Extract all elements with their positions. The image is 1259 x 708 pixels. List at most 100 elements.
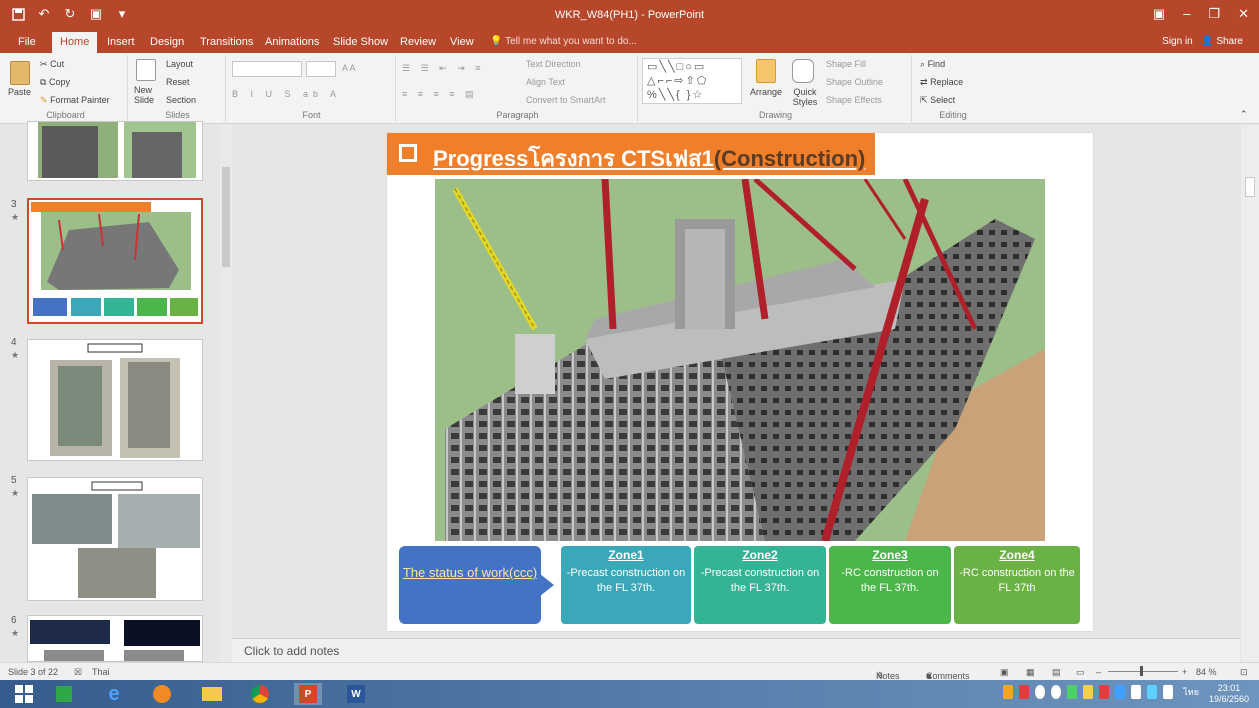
firefox-icon[interactable] bbox=[148, 683, 176, 705]
sign-in-link[interactable]: Sign in bbox=[1162, 36, 1193, 47]
language-indicator[interactable]: Thai bbox=[92, 667, 110, 677]
tray-icon[interactable] bbox=[1131, 685, 1142, 699]
tray-icon[interactable] bbox=[1051, 685, 1062, 699]
tray-icon[interactable] bbox=[1019, 685, 1030, 699]
zoom-out-button[interactable]: – bbox=[1096, 667, 1101, 677]
tray-icon[interactable] bbox=[1147, 685, 1158, 699]
tab-file[interactable]: File bbox=[18, 34, 36, 50]
align-text-button[interactable]: Align Text bbox=[526, 77, 565, 87]
slide-sorter-icon[interactable]: ▦ bbox=[1026, 667, 1035, 678]
lightbulb-icon: 💡 bbox=[490, 36, 503, 47]
chrome-icon[interactable] bbox=[246, 683, 274, 705]
slide-show-icon[interactable]: ▭ bbox=[1076, 667, 1085, 678]
cursor-icon: ⇱ bbox=[920, 95, 928, 105]
select-button[interactable]: ⇱ Select bbox=[920, 95, 955, 106]
copy-button[interactable]: ⧉ Copy bbox=[40, 77, 70, 88]
file-explorer-icon[interactable] bbox=[198, 683, 226, 705]
input-language[interactable]: ไทย bbox=[1183, 685, 1199, 699]
tab-transitions[interactable]: Transitions bbox=[200, 34, 253, 50]
restore-button[interactable]: ❐ bbox=[1208, 6, 1220, 22]
close-button[interactable]: ✕ bbox=[1238, 6, 1249, 22]
tray-icon[interactable] bbox=[1099, 685, 1110, 699]
grow-shrink-font-icon[interactable]: A A bbox=[342, 63, 356, 73]
tab-animations[interactable]: Animations bbox=[265, 34, 319, 50]
collapse-ribbon-icon[interactable]: ⌃ bbox=[1240, 109, 1248, 120]
reading-view-icon[interactable]: ▤ bbox=[1052, 667, 1061, 678]
zoom-level[interactable]: 84 % bbox=[1196, 667, 1217, 677]
tab-review[interactable]: Review bbox=[400, 34, 436, 50]
font-size-box[interactable] bbox=[306, 61, 336, 77]
powerpoint-taskbar-icon[interactable]: P bbox=[294, 683, 322, 705]
share-button[interactable]: Share bbox=[1216, 36, 1243, 47]
ribbon-display-options-icon[interactable]: ▣ bbox=[1153, 6, 1165, 22]
reset-button[interactable]: Reset bbox=[166, 77, 190, 87]
zoom-slider-thumb[interactable] bbox=[1140, 666, 1143, 676]
shape-outline-button[interactable]: Shape Outline bbox=[826, 77, 883, 87]
tray-icon[interactable] bbox=[1083, 685, 1094, 699]
normal-view-icon[interactable]: ▣ bbox=[1000, 667, 1009, 678]
section-button[interactable]: Section bbox=[166, 95, 196, 105]
taskbar-clock[interactable]: 23:01 19/6/2560 bbox=[1209, 683, 1249, 705]
convert-smartart-button[interactable]: Convert to SmartArt bbox=[526, 95, 606, 105]
tab-design[interactable]: Design bbox=[150, 34, 184, 50]
store-icon[interactable] bbox=[50, 683, 78, 705]
list-indent-icons[interactable]: ☰ ☰ ⇤ ⇥ ≡ bbox=[402, 63, 484, 74]
replace-button[interactable]: ⇄ Replace bbox=[920, 77, 963, 88]
zoom-in-button[interactable]: + bbox=[1182, 667, 1187, 677]
slide-thumbnail-5[interactable] bbox=[27, 477, 203, 601]
new-slide-icon[interactable] bbox=[136, 59, 156, 81]
slide-thumbnail-6[interactable] bbox=[27, 615, 203, 662]
slide-title-banner[interactable]: Progressโครงการ CTSเฟส1(Construction) bbox=[387, 133, 875, 175]
tray-icon[interactable] bbox=[1003, 685, 1014, 699]
font-name-box[interactable] bbox=[232, 61, 302, 77]
zone2-box[interactable]: Zone2 -Precast construction on the FL 37… bbox=[694, 546, 826, 624]
zoom-slider[interactable] bbox=[1108, 671, 1178, 672]
paste-icon[interactable] bbox=[10, 61, 30, 85]
slide-thumbnail-2[interactable] bbox=[27, 121, 203, 181]
status-label-box[interactable]: The status of work(ccc) bbox=[399, 546, 541, 624]
fit-slide-icon[interactable]: ⊡ bbox=[1240, 667, 1248, 678]
tray-icon[interactable] bbox=[1067, 685, 1078, 699]
zone1-box[interactable]: Zone1 -Precast construction on the FL 37… bbox=[561, 546, 691, 624]
tab-home[interactable]: Home bbox=[52, 32, 98, 53]
slide-thumbnail-4[interactable] bbox=[27, 339, 203, 461]
tray-icon[interactable] bbox=[1035, 685, 1046, 699]
quick-styles-button[interactable]: Quick Styles bbox=[788, 87, 822, 107]
building-render-image[interactable] bbox=[435, 179, 1045, 541]
cut-button[interactable]: ✂ Cut bbox=[40, 59, 64, 70]
zone4-box[interactable]: Zone4 -RC construction on the FL 37th bbox=[954, 546, 1080, 624]
shape-fill-button[interactable]: Shape Fill bbox=[826, 59, 866, 69]
slide-thumbnail-3[interactable] bbox=[27, 198, 203, 324]
alignment-icons[interactable]: ≡ ≡ ≡ ≡ ▤ bbox=[402, 89, 478, 100]
notes-pane[interactable]: Click to add notes bbox=[232, 638, 1240, 662]
tab-view[interactable]: View bbox=[450, 34, 474, 50]
find-button[interactable]: ⌕ Find bbox=[920, 59, 945, 70]
spell-check-icon[interactable]: ☒ bbox=[74, 667, 82, 678]
speaker-icon[interactable] bbox=[1163, 685, 1174, 699]
arrange-icon[interactable] bbox=[756, 59, 776, 83]
replace-icon: ⇄ bbox=[920, 77, 928, 87]
tray-icon[interactable] bbox=[1115, 685, 1126, 699]
quick-styles-icon[interactable] bbox=[792, 59, 814, 83]
internet-explorer-icon[interactable]: e bbox=[100, 683, 128, 705]
paste-button[interactable]: Paste bbox=[8, 87, 31, 97]
layout-button[interactable]: Layout bbox=[166, 59, 193, 69]
tell-me-box[interactable]: 💡 Tell me what you want to do... bbox=[490, 36, 637, 47]
zone3-box[interactable]: Zone3 -RC construction on the FL 37th. bbox=[829, 546, 951, 624]
arrange-button[interactable]: Arrange bbox=[750, 87, 782, 97]
minimize-button[interactable]: – bbox=[1183, 6, 1190, 22]
word-taskbar-icon[interactable]: W bbox=[342, 683, 370, 705]
shape-effects-button[interactable]: Shape Effects bbox=[826, 95, 882, 105]
canvas-scrollbar[interactable] bbox=[1241, 125, 1259, 662]
text-direction-button[interactable]: Text Direction bbox=[526, 59, 581, 69]
tab-insert[interactable]: Insert bbox=[107, 34, 135, 50]
thumbnail-scrollbar[interactable] bbox=[220, 125, 232, 662]
new-slide-button[interactable]: New Slide bbox=[134, 85, 160, 105]
font-format-icons[interactable]: B I U S ab A bbox=[232, 89, 341, 99]
tab-slide-show[interactable]: Slide Show bbox=[333, 34, 388, 50]
shapes-gallery[interactable]: ▭╲╲□○▭ △⌐⌐⇨⇧⬠ %╲╲{ }☆ bbox=[642, 58, 742, 104]
current-slide[interactable]: Progressโครงการ CTSเฟส1(Construction) Th… bbox=[387, 133, 1093, 631]
slide-number: 6 bbox=[11, 615, 17, 626]
format-painter-button[interactable]: ✎ Format Painter bbox=[40, 95, 110, 106]
windows-start-icon[interactable] bbox=[10, 683, 38, 705]
